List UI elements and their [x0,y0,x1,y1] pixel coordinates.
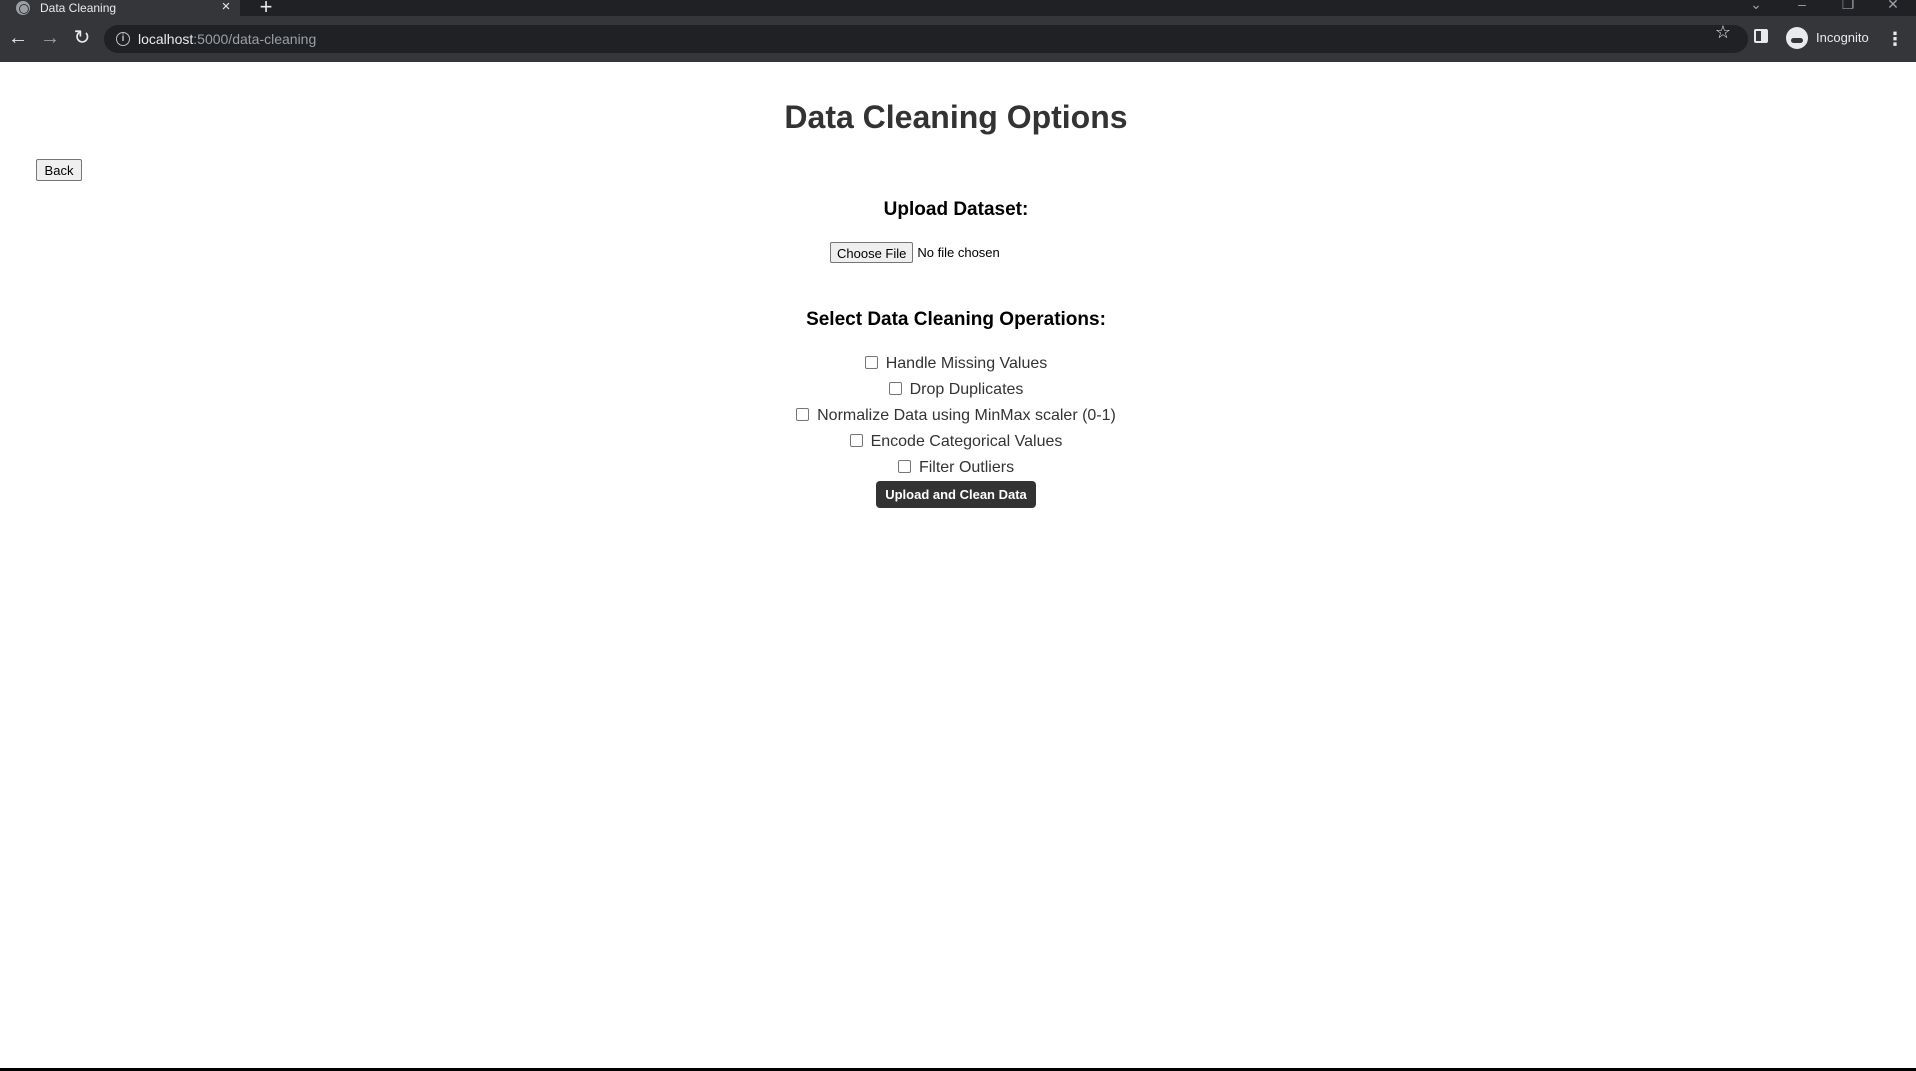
option-label: Filter Outliers [918,459,1015,476]
incognito-profile-button[interactable]: Incognito [1784,24,1874,52]
back-arrow-icon[interactable]: ← [4,24,32,52]
minimize-icon[interactable]: – [1792,0,1812,13]
reload-icon[interactable]: ↻ [68,24,96,52]
checkbox[interactable] [864,356,878,369]
file-status-text: No file chosen [917,245,1000,260]
page-title: Data Cleaning Options [784,99,1128,135]
tab-title: Data Cleaning [40,1,117,15]
address-bar[interactable]: i localhost:5000/data-cleaning [104,25,1748,53]
url-host: localhost [138,31,194,47]
choose-file-button[interactable]: Choose File [830,242,914,263]
upload-heading: Upload Dataset: [883,199,1029,220]
side-panel-icon[interactable] [1754,29,1768,43]
operations-list: Handle Missing Values Drop Duplicates No… [0,351,1912,481]
upload-and-clean-button[interactable]: Upload and Clean Data [876,481,1036,508]
browser-toolbar: ← → ↻ i localhost:5000/data-cleaning ☆ I… [0,16,1916,62]
option-label: Drop Duplicates [909,381,1024,398]
url-path: :5000/data-cleaning [193,31,317,47]
window-close-icon[interactable]: ✕ [1883,0,1903,13]
site-info-icon[interactable]: i [116,32,130,46]
profile-label: Incognito [1816,30,1869,45]
file-input[interactable]: Choose File No file chosen [830,242,1000,264]
option-encode-categorical[interactable]: Encode Categorical Values [0,429,1912,455]
restore-icon[interactable]: ❐ [1838,0,1858,13]
option-filter-outliers[interactable]: Filter Outliers [0,455,1912,481]
option-label: Handle Missing Values [885,355,1048,372]
option-normalize-data[interactable]: Normalize Data using MinMax scaler (0-1) [0,403,1912,429]
tab-search-icon[interactable]: ⌄ [1746,0,1766,13]
checkbox[interactable] [796,408,810,421]
checkbox[interactable] [888,382,902,395]
option-label: Encode Categorical Values [870,433,1063,450]
option-drop-duplicates[interactable]: Drop Duplicates [0,377,1912,403]
tab-strip: Data Cleaning × + ⌄ – ❐ ✕ [0,0,1916,18]
browser-tab[interactable]: Data Cleaning × [0,0,240,16]
bookmark-star-icon[interactable]: ☆ [1712,21,1734,43]
back-button[interactable]: Back [36,159,82,181]
checkbox[interactable] [897,460,911,473]
checkbox[interactable] [849,434,863,447]
operations-heading: Select Data Cleaning Operations: [806,309,1106,330]
browser-menu-icon[interactable]: ⋮ [1886,25,1904,53]
option-handle-missing-values[interactable]: Handle Missing Values [0,351,1912,377]
globe-icon [16,1,30,15]
option-label: Normalize Data using MinMax scaler (0-1) [817,407,1116,424]
forward-arrow-icon[interactable]: → [36,24,64,52]
page-viewport: Data Cleaning Options Back Upload Datase… [0,62,1916,1068]
url-text[interactable]: localhost:5000/data-cleaning [138,25,316,53]
incognito-icon [1786,27,1808,49]
tab-close-icon[interactable]: × [218,0,234,16]
